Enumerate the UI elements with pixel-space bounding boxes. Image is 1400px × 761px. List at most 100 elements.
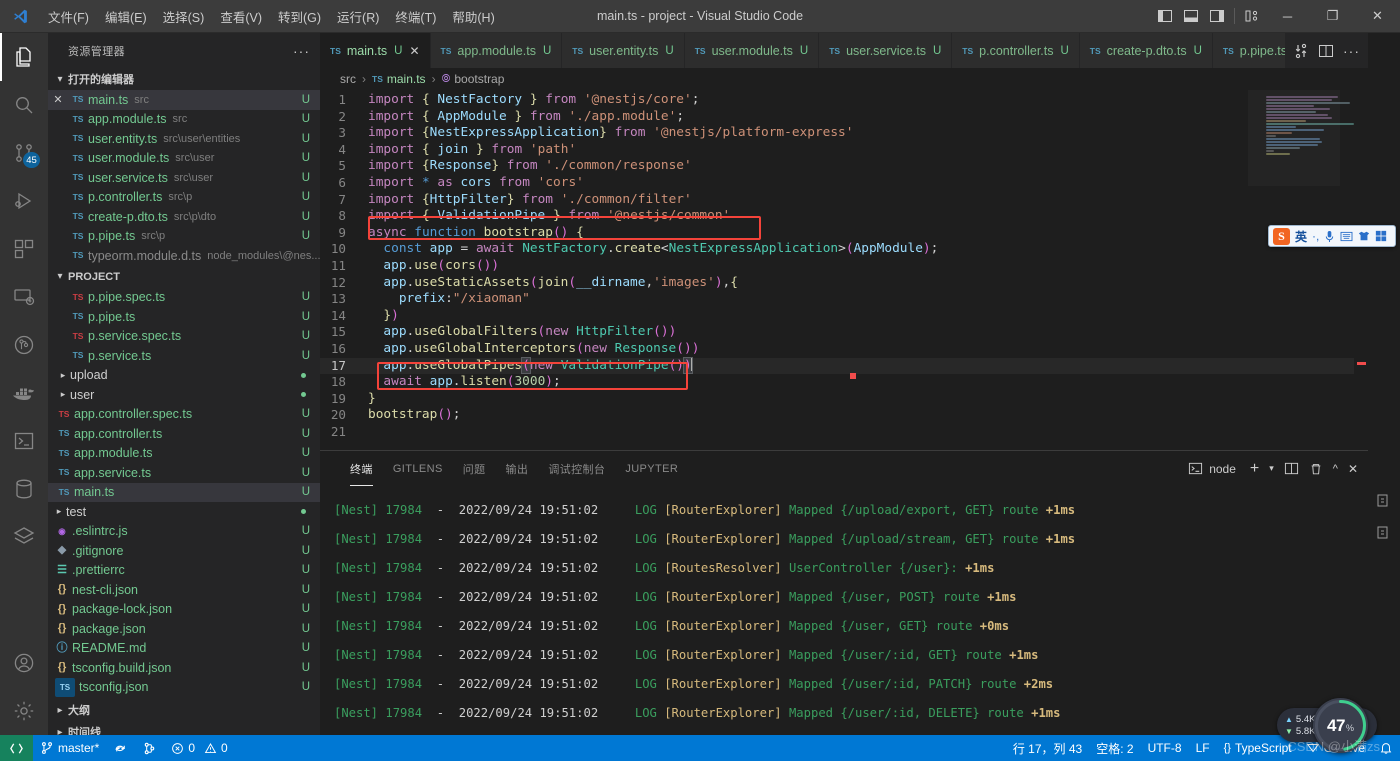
panel-tab-terminal[interactable]: 终端: [340, 451, 383, 486]
tree-item-prettierrc[interactable]: ☰ .prettierrc U: [48, 561, 320, 581]
tree-item-app-controller-ts[interactable]: TS app.controller.ts U: [48, 424, 320, 444]
encoding[interactable]: UTF-8: [1141, 735, 1189, 761]
open-editor-typeorm-module-d-ts[interactable]: TS typeorm.module.d.ts node_modules\@nes…: [48, 246, 320, 266]
tree-item-p-pipe-spec-ts[interactable]: TS p.pipe.spec.ts U: [48, 288, 320, 308]
open-editor-user-module-ts[interactable]: TS user.module.ts src\user U: [48, 149, 320, 169]
menu-terminal[interactable]: 终端(T): [387, 0, 444, 32]
sogou-logo-icon[interactable]: S: [1273, 227, 1290, 245]
more-actions-icon[interactable]: ···: [1343, 44, 1360, 58]
customize-layout-icon[interactable]: [1239, 0, 1265, 33]
skin-icon[interactable]: [1358, 230, 1370, 242]
kill-terminal-icon[interactable]: [1309, 462, 1323, 476]
tree-item-package-json[interactable]: {} package.json U: [48, 619, 320, 639]
panel-tab-jupyter[interactable]: JUPYTER: [615, 451, 688, 486]
tab-main-ts[interactable]: TS main.ts U ✕: [320, 33, 431, 68]
tab-p-controller-ts[interactable]: TS p.controller.ts U: [952, 33, 1080, 68]
minimap-slider[interactable]: [1248, 90, 1340, 186]
maximize-panel-icon[interactable]: ^: [1333, 463, 1338, 475]
chevron-down-icon[interactable]: ▾: [1269, 463, 1274, 474]
tree-item-main-ts[interactable]: TS main.ts U: [48, 482, 320, 502]
toggle-panel-icon[interactable]: [1178, 0, 1204, 33]
menu-selection[interactable]: 选择(S): [155, 0, 213, 32]
toggle-primary-sidebar-icon[interactable]: [1152, 0, 1178, 33]
activity-search[interactable]: [0, 81, 48, 129]
toggle-secondary-sidebar-icon[interactable]: [1204, 0, 1230, 33]
close-button[interactable]: ✕: [1355, 0, 1400, 33]
activity-gitlens[interactable]: [0, 321, 48, 369]
timeline-section-header[interactable]: ▸ 时间线: [48, 721, 320, 736]
menu-run[interactable]: 运行(R): [329, 0, 387, 32]
overview-ruler[interactable]: [1354, 90, 1368, 450]
breadcrumb-file[interactable]: main.ts: [387, 72, 426, 86]
notifications[interactable]: [1372, 735, 1400, 761]
ime-floating-toolbar[interactable]: S 英 ·,: [1268, 225, 1396, 247]
breadcrumb[interactable]: src › TS main.ts › ⦾ bootstrap: [320, 68, 1368, 90]
open-editor-user-service-ts[interactable]: TS user.service.ts src\user U: [48, 168, 320, 188]
tree-item-app-service-ts[interactable]: TS app.service.ts U: [48, 463, 320, 483]
close-panel-icon[interactable]: ✕: [1348, 462, 1358, 476]
open-changes-icon-2[interactable]: [1374, 523, 1394, 543]
activity-explorer[interactable]: [0, 33, 48, 81]
panel-tab-output[interactable]: 输出: [496, 451, 539, 486]
activity-layers[interactable]: [0, 513, 48, 561]
menu-bar[interactable]: 文件(F) 编辑(E) 选择(S) 查看(V) 转到(G) 运行(R) 终端(T…: [40, 0, 503, 32]
panel-tab-gitlens[interactable]: GITLENS: [383, 451, 453, 486]
tab-app-module-ts[interactable]: TS app.module.ts U: [430, 33, 563, 68]
maximize-button[interactable]: ❐: [1310, 0, 1355, 33]
activity-source-control[interactable]: 45: [0, 129, 48, 177]
activity-terminal[interactable]: [0, 417, 48, 465]
project-header[interactable]: ▾ PROJECT: [48, 266, 320, 288]
panel-tab-debug-console[interactable]: 调试控制台: [538, 451, 615, 486]
toolbox-icon[interactable]: [1375, 230, 1387, 242]
activity-database[interactable]: [0, 465, 48, 513]
remote-indicator[interactable]: [0, 735, 33, 761]
microphone-icon[interactable]: [1324, 230, 1335, 243]
tree-folder-test[interactable]: ▸ test: [48, 502, 320, 522]
tree-item-gitignore[interactable]: ◆ .gitignore U: [48, 541, 320, 561]
activity-run-debug[interactable]: [0, 177, 48, 225]
tab-user-module-ts[interactable]: TS user.module.ts U: [684, 33, 820, 68]
gitlens-status[interactable]: [135, 735, 164, 761]
cursor-position[interactable]: 行 17，列 43: [1006, 735, 1089, 761]
open-editors-header[interactable]: ▾ 打开的编辑器: [48, 68, 320, 90]
activity-settings[interactable]: [0, 687, 48, 735]
git-branch[interactable]: master*: [33, 735, 106, 761]
menu-go[interactable]: 转到(G): [270, 0, 329, 32]
activity-extensions[interactable]: [0, 225, 48, 273]
minimize-button[interactable]: ─: [1265, 0, 1310, 33]
sidebar-more-icon[interactable]: ···: [293, 43, 310, 59]
split-terminal-icon[interactable]: [1284, 461, 1299, 476]
tab-user-entity-ts[interactable]: TS user.entity.ts U: [562, 33, 685, 68]
tree-item-p-service-spec-ts[interactable]: TS p.service.spec.ts U: [48, 327, 320, 347]
sync-changes[interactable]: [106, 735, 135, 761]
open-changes-icon[interactable]: [1374, 491, 1394, 511]
tab-p-pipe-ts[interactable]: TS p.pipe.ts U: [1212, 33, 1285, 68]
new-terminal-icon[interactable]: +: [1250, 460, 1259, 476]
outline-section-header[interactable]: ▸ 大纲: [48, 699, 320, 721]
tree-item-p-service-ts[interactable]: TS p.service.ts U: [48, 346, 320, 366]
tree-item-package-lock-json[interactable]: {} package-lock.json U: [48, 600, 320, 620]
tab-user-service-ts[interactable]: TS user.service.ts U: [819, 33, 953, 68]
open-editor-p-pipe-ts[interactable]: TS p.pipe.ts src\p U: [48, 227, 320, 247]
menu-file[interactable]: 文件(F): [40, 0, 97, 32]
tree-item-tsconfig-build-json[interactable]: {} tsconfig.build.json U: [48, 658, 320, 678]
breadcrumb-symbol[interactable]: bootstrap: [454, 72, 504, 86]
tree-item-readme-md[interactable]: ⓘ README.md U: [48, 639, 320, 659]
open-editor-p-controller-ts[interactable]: TS p.controller.ts src\p U: [48, 188, 320, 208]
punctuation-icon[interactable]: ·,: [1312, 229, 1319, 243]
panel-tab-problems[interactable]: 问题: [453, 451, 496, 486]
tree-folder-user[interactable]: ▸ user: [48, 385, 320, 405]
terminal-selector[interactable]: node: [1184, 459, 1240, 478]
open-editor-user-entity-ts[interactable]: TS user.entity.ts src\user\entities U: [48, 129, 320, 149]
open-editor-app-module-ts[interactable]: TS app.module.ts src U: [48, 110, 320, 130]
keyboard-icon[interactable]: [1340, 231, 1353, 242]
tree-item-p-pipe-ts[interactable]: TS p.pipe.ts U: [48, 307, 320, 327]
code-editor[interactable]: 1 import { NestFactory } from '@nestjs/co…: [320, 90, 1368, 450]
eol[interactable]: LF: [1189, 735, 1217, 761]
activity-docker[interactable]: [0, 369, 48, 417]
activity-accounts[interactable]: [0, 639, 48, 687]
menu-help[interactable]: 帮助(H): [444, 0, 502, 32]
close-icon[interactable]: ✕: [48, 93, 68, 106]
tree-item-app-controller-spec-ts[interactable]: TS app.controller.spec.ts U: [48, 405, 320, 425]
menu-edit[interactable]: 编辑(E): [97, 0, 155, 32]
